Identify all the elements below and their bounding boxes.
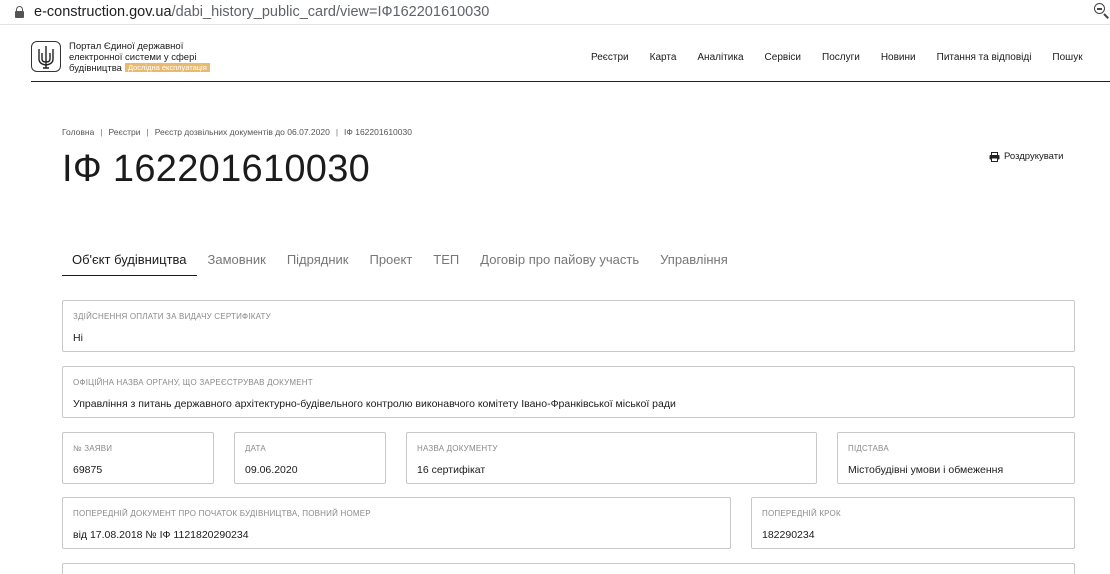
field-label: Назва документу [417,444,498,453]
print-label: Роздрукувати [1004,151,1064,162]
field-label: Попередній крок [762,509,841,518]
breadcrumb-current: ІФ 162201610030 [344,127,412,137]
breadcrumb-registers[interactable]: Реєстри [109,127,141,137]
field-value: Містобудівні умови і обмеження [848,464,1004,476]
field-value: Управління з питань державного архітекту… [73,398,676,410]
beta-badge: Дослідна експлуатація [124,63,210,72]
field-previous-step: Попередній крок 182290234 [751,497,1075,549]
zoom-out-icon[interactable] [1094,3,1110,19]
portal-name[interactable]: Портал Єдиної державної електронної сист… [69,41,239,75]
field-label: № заяви [73,444,113,453]
tab-tep[interactable]: ТЕП [423,249,469,276]
field-label: Офіційна назва органу, що зареєстрував д… [73,378,313,387]
main-nav: Реєстри Карта Аналітика Сервіси Послуги … [591,52,1104,63]
trident-logo-icon[interactable] [31,41,61,72]
nav-map[interactable]: Карта [650,52,677,63]
print-button[interactable]: Роздрукувати [989,151,1063,162]
tab-contractor[interactable]: Підрядник [277,249,359,276]
field-registering-organ: Офіційна назва органу, що зареєстрував д… [62,366,1075,418]
nav-faq[interactable]: Питання та відповіді [937,52,1032,63]
field-value: Ні [73,332,83,344]
breadcrumb-separator: | [100,127,103,137]
field-next [62,563,1075,574]
portal-name-line3: будівництва [69,63,122,74]
field-previous-document: Попередній документ про початок будівниц… [62,497,731,549]
page-title: ІФ 162201610030 [62,148,371,190]
field-label: Здійснення оплати за видачу сертифікату [73,312,271,321]
tab-management[interactable]: Управління [650,249,738,276]
field-date: Дата 09.06.2020 [234,432,386,484]
nav-offers[interactable]: Послуги [822,52,860,63]
tab-customer[interactable]: Замовник [198,249,276,276]
field-application-number: № заяви 69875 [62,432,214,484]
browser-address-bar[interactable]: e-construction.gov.ua/dabi_history_publi… [0,0,1110,25]
tab-project[interactable]: Проект [359,249,422,276]
nav-search[interactable]: Пошук [1052,52,1082,63]
portal-name-line1: Портал Єдиної державної [69,41,184,52]
url-text[interactable]: e-construction.gov.ua/dabi_history_publi… [34,4,489,20]
breadcrumb-register[interactable]: Реєстр дозвільних документів до 06.07.20… [155,127,330,137]
field-value: 09.06.2020 [245,464,298,476]
field-label: Попередній документ про початок будівниц… [73,509,371,518]
printer-icon [989,151,1000,162]
site-header: Портал Єдиної державної електронної сист… [31,37,1110,82]
breadcrumb-home[interactable]: Головна [62,127,94,137]
nav-analytics[interactable]: Аналітика [697,52,743,63]
field-value: 16 сертифікат [417,464,486,476]
breadcrumb-separator: | [146,127,149,137]
nav-news[interactable]: Новини [881,52,916,63]
field-value: від 17.08.2018 № ІФ 1121820290234 [73,529,249,541]
field-value: 69875 [73,464,103,476]
field-payment: Здійснення оплати за видачу сертифікату … [62,300,1075,352]
breadcrumb-separator: | [335,127,339,137]
tab-equity-agreement[interactable]: Договір про пайову участь [470,249,649,276]
field-basis: Підстава Містобудівні умови і обмеження [837,432,1075,484]
field-document-name: Назва документу 16 сертифікат [406,432,817,484]
field-value: 182290234 [762,529,815,541]
tab-construction-object[interactable]: Об'єкт будівництва [62,249,197,276]
nav-services[interactable]: Сервіси [765,52,801,63]
field-label: Дата [245,444,266,453]
portal-name-line2: електронної системи у сфері [69,51,197,63]
breadcrumb: Головна | Реєстри | Реєстр дозвільних доку… [62,127,412,137]
field-label: Підстава [848,444,889,453]
tab-bar: Об'єкт будівництва Замовник Підрядник Пр… [62,249,739,276]
nav-registers[interactable]: Реєстри [591,52,629,63]
lock-icon [15,6,24,18]
